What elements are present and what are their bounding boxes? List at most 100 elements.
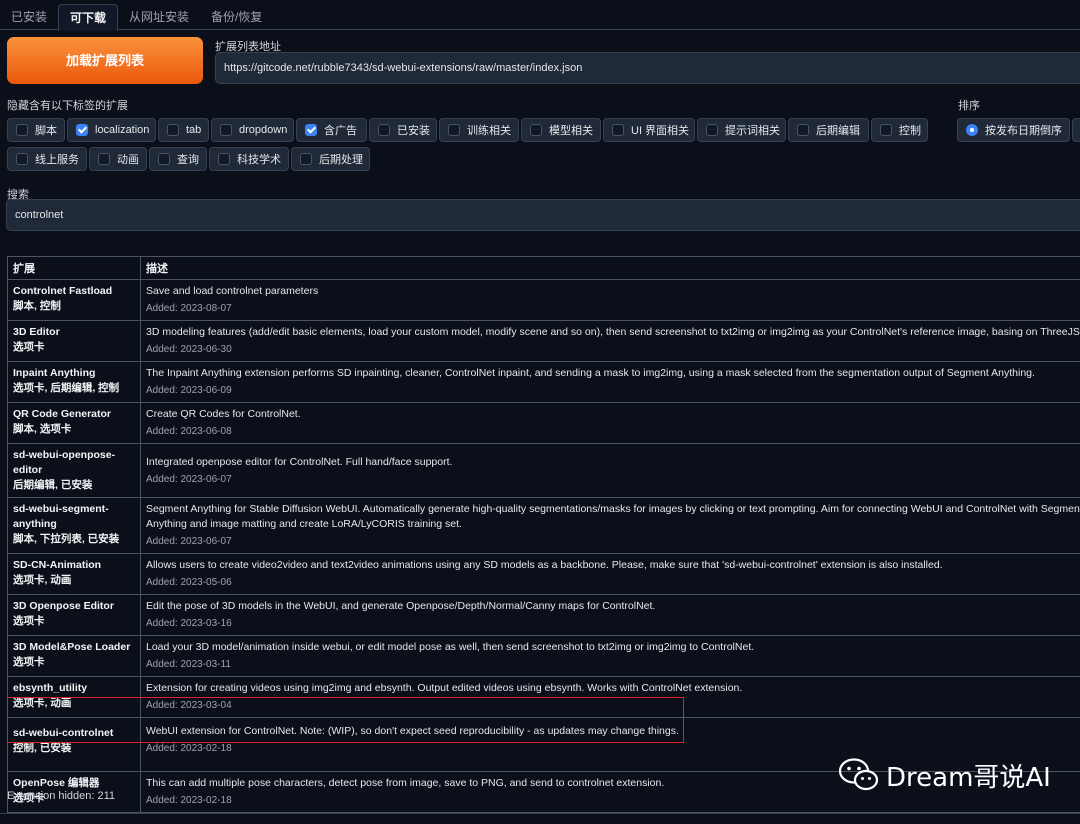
extension-name-link[interactable]: sd-webui-controlnet [13, 726, 135, 741]
extension-tags: 选项卡, 动画 [13, 697, 72, 709]
extension-tags: 选项卡 [13, 656, 45, 668]
checkbox-icon[interactable] [880, 124, 892, 136]
extension-name-link[interactable]: sd-webui-segment-anything [13, 502, 135, 532]
extension-description: Save and load controlnet parameters [146, 285, 319, 297]
sort-label: 排序 [958, 100, 980, 112]
filter-chip-script[interactable]: 脚本 [7, 118, 65, 142]
filter-chip-manipulations[interactable]: 控制 [871, 118, 928, 142]
table-row: sd-webui-openpose-editor 后期编辑, 已安装 Integr… [7, 443, 1080, 498]
checkbox-icon[interactable] [300, 153, 312, 165]
table-row: SD-CN-Animation 选项卡, 动画 Allows users to c… [7, 553, 1080, 595]
sort-option-next[interactable] [1072, 118, 1080, 142]
sort-option-newest-first[interactable]: 按发布日期倒序 [957, 118, 1070, 142]
extension-description: WebUI extension for ControlNet. Note: (W… [146, 725, 679, 737]
radio-selected-icon[interactable] [966, 124, 978, 136]
extension-name-link[interactable]: OpenPose 编辑器 [13, 776, 135, 791]
filter-chip-dropdown[interactable]: dropdown [211, 118, 294, 142]
table-row: 3D Model&Pose Loader 选项卡 Load your 3D mod… [7, 635, 1080, 677]
checkbox-icon[interactable] [16, 124, 28, 136]
tab-available[interactable]: 可下载 [58, 4, 119, 31]
extension-tags: 选项卡 [13, 615, 45, 627]
extension-index-url-input[interactable]: https://gitcode.net/rubble7343/sd-webui-… [215, 52, 1080, 84]
checkbox-icon[interactable] [530, 124, 542, 136]
filter-chip-postprocessing[interactable]: 后期处理 [291, 147, 370, 171]
checkbox-icon[interactable] [218, 153, 230, 165]
load-extension-list-button[interactable]: 加载扩展列表 [7, 37, 203, 84]
table-row: sd-webui-segment-anything 脚本, 下拉列表, 已安装 S… [7, 497, 1080, 554]
wechat-logo-icon [838, 758, 879, 791]
extension-added-date: Added: 2023-06-08 [146, 426, 232, 437]
table-row: 3D Openpose Editor 选项卡 Edit the pose of 3… [7, 594, 1080, 636]
extension-added-date: Added: 2023-05-06 [146, 577, 232, 588]
checkbox-icon[interactable] [220, 124, 232, 136]
checkbox-icon[interactable] [167, 124, 179, 136]
checkbox-checked-icon[interactable] [76, 124, 88, 136]
table-row: Controlnet Fastload 脚本, 控制 Save and load … [7, 279, 1080, 321]
column-header-extension: 扩展 [7, 256, 141, 280]
table-row: ebsynth_utility 选项卡, 动画 Extension for cre… [7, 676, 1080, 718]
extension-description: Integrated openpose editor for ControlNe… [146, 456, 453, 468]
extension-added-date: Added: 2023-06-07 [146, 536, 232, 547]
extension-description: Extension for creating videos using img2… [146, 682, 743, 694]
extension-added-date: Added: 2023-06-07 [146, 474, 232, 485]
extension-tags: 脚本, 控制 [13, 300, 61, 312]
tab-install-from-url[interactable]: 从网址安装 [118, 4, 200, 30]
filter-chip-query[interactable]: 查询 [149, 147, 207, 171]
extension-description: Edit the pose of 3D models in the WebUI,… [146, 600, 656, 612]
extension-name-link[interactable]: ebsynth_utility [13, 681, 135, 696]
column-header-description: 描述 [140, 256, 1080, 280]
extension-added-date: Added: 2023-02-18 [146, 795, 232, 806]
checkbox-icon[interactable] [98, 153, 110, 165]
tab-bar: 已安装 可下载 从网址安装 备份/恢复 [0, 4, 1080, 31]
filter-chip-ads[interactable]: 含广告 [296, 118, 367, 142]
extension-tags: 脚本, 选项卡 [13, 423, 72, 435]
filter-chip-installed[interactable]: 已安装 [369, 118, 437, 142]
filter-chip-animation[interactable]: 动画 [89, 147, 147, 171]
extension-name-link[interactable]: SD-CN-Animation [13, 558, 135, 573]
extension-description: Segment Anything for Stable Diffusion We… [146, 503, 1080, 530]
extension-name-link[interactable]: 3D Openpose Editor [13, 599, 135, 614]
tab-backup-restore[interactable]: 备份/恢复 [200, 4, 273, 30]
extension-added-date: Added: 2023-06-30 [146, 344, 232, 355]
checkbox-icon[interactable] [158, 153, 170, 165]
filter-chip-localization[interactable]: localization [67, 118, 156, 142]
filter-chip-ui[interactable]: UI 界面相关 [603, 118, 695, 142]
filter-chip-training[interactable]: 训练相关 [439, 118, 519, 142]
extension-added-date: Added: 2023-03-11 [146, 659, 231, 670]
extension-tags: 选项卡, 后期编辑, 控制 [13, 382, 120, 394]
extension-added-date: Added: 2023-06-09 [146, 385, 232, 396]
filter-chip-online[interactable]: 线上服务 [7, 147, 87, 171]
checkbox-icon[interactable] [16, 153, 28, 165]
checkbox-icon[interactable] [448, 124, 460, 136]
checkbox-icon[interactable] [378, 124, 390, 136]
watermark: Dream哥说AI [838, 755, 1051, 795]
extension-name-link[interactable]: Inpaint Anything [13, 366, 135, 381]
table-row: Inpaint Anything 选项卡, 后期编辑, 控制 The Inpain… [7, 361, 1080, 403]
filter-chip-editing[interactable]: 后期编辑 [788, 118, 869, 142]
extension-added-date: Added: 2023-03-16 [146, 618, 232, 629]
hide-tags-label: 隐藏含有以下标签的扩展 [7, 100, 128, 112]
hidden-extension-count: Extension hidden: 211 [7, 790, 116, 802]
divider [0, 813, 1080, 814]
extension-name-link[interactable]: 3D Model&Pose Loader [13, 640, 135, 655]
extension-name-link[interactable]: 3D Editor [13, 325, 135, 340]
filter-chip-tab[interactable]: tab [158, 118, 209, 142]
extension-tags: 脚本, 下拉列表, 已安装 [13, 533, 120, 545]
extension-description: Create QR Codes for ControlNet. [146, 408, 301, 420]
filter-chip-prompting[interactable]: 提示词相关 [697, 118, 786, 142]
table-header-row: 扩展 描述 [7, 256, 1080, 280]
extension-name-link[interactable]: Controlnet Fastload [13, 284, 135, 299]
checkbox-checked-icon[interactable] [305, 124, 317, 136]
checkbox-icon[interactable] [612, 124, 624, 136]
tab-installed[interactable]: 已安装 [0, 4, 58, 30]
filter-chip-science[interactable]: 科技学术 [209, 147, 289, 171]
search-input[interactable]: controlnet [6, 199, 1080, 231]
extension-tags: 控制, 已安装 [13, 742, 72, 754]
watermark-text: Dream哥说AI [886, 762, 1051, 793]
checkbox-icon[interactable] [706, 124, 718, 136]
table-row: 3D Editor 选项卡 3D modeling features (add/e… [7, 320, 1080, 362]
checkbox-icon[interactable] [797, 124, 809, 136]
filter-chip-models[interactable]: 模型相关 [521, 118, 601, 142]
extension-name-link[interactable]: sd-webui-openpose-editor [13, 448, 135, 478]
extension-name-link[interactable]: QR Code Generator [13, 407, 135, 422]
